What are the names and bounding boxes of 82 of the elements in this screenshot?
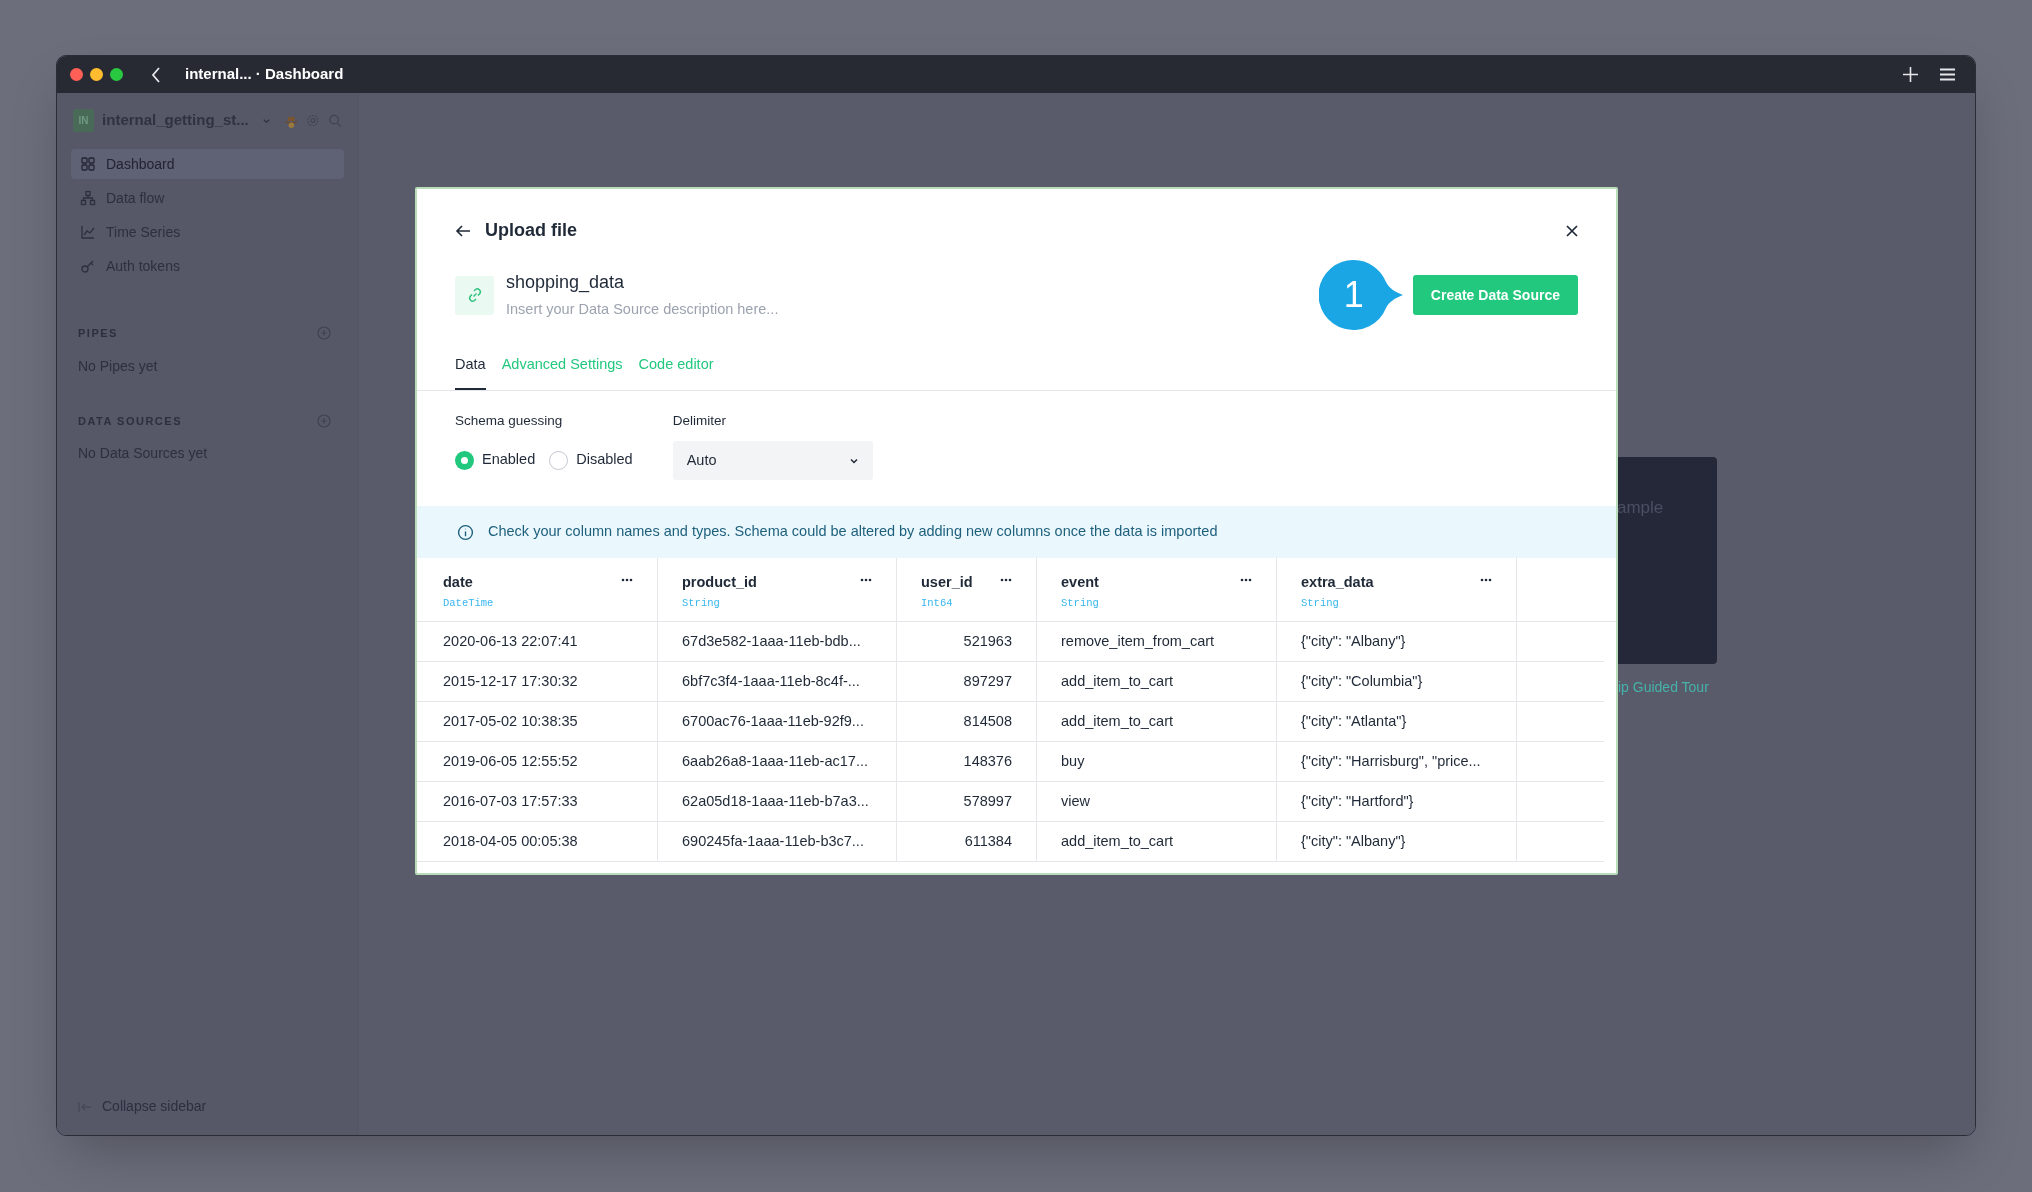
- radio-label[interactable]: Enabled: [482, 449, 536, 471]
- table-cell-text: {"city": "Hartford"}: [1301, 791, 1414, 811]
- table-cell-text: 2019-06-05 12:55:52: [443, 751, 578, 771]
- sidebar-item[interactable]: Dashboard: [71, 149, 344, 179]
- column-header[interactable]: extra_data String: [1276, 558, 1516, 621]
- table-cell-text: {"city": "Atlanta"}: [1301, 711, 1407, 731]
- table-cell-text: 6bf7c3f4-1aaa-11eb-8c4f-...: [682, 671, 860, 691]
- data-source-name: shopping_data: [506, 271, 626, 295]
- create-data-source-button[interactable]: Create Data Source: [1412, 275, 1578, 315]
- column-type: Int64: [921, 595, 954, 611]
- table-cell-text: 67d3e582-1aaa-11eb-bdb...: [682, 631, 861, 651]
- table-cell-text: view: [1061, 791, 1090, 811]
- key-icon: [80, 258, 96, 274]
- column-type: String: [1061, 595, 1099, 611]
- plus-icon[interactable]: [1903, 67, 1918, 82]
- tab[interactable]: Advanced Settings: [501, 354, 623, 390]
- table-cell-text: 611384: [964, 831, 1012, 851]
- column-header[interactable]: event String: [1036, 558, 1276, 621]
- table-cell-text: 6700ac76-1aaa-11eb-92f9...: [682, 711, 864, 731]
- radio-label[interactable]: Disabled: [576, 449, 633, 471]
- back-arrow-icon[interactable]: [455, 223, 471, 238]
- table-cell-text: 2018-04-05 00:05:38: [443, 831, 578, 851]
- more-icon[interactable]: [860, 578, 872, 582]
- back-icon[interactable]: [151, 66, 161, 83]
- table-cell-text: 2020-06-13 22:07:41: [443, 631, 578, 651]
- description-field[interactable]: Insert your Data Source description here...: [506, 299, 846, 321]
- column-name: date: [443, 573, 474, 592]
- table-cell-text: 521963: [963, 631, 1012, 651]
- menu-icon[interactable]: [1940, 68, 1955, 81]
- column-name: event: [1061, 573, 1099, 592]
- close-icon[interactable]: [1566, 224, 1578, 237]
- link-icon: [455, 275, 494, 315]
- guided-tour-link[interactable]: ip Guided Tour: [1618, 677, 1709, 698]
- table-cell-text: 897297: [963, 671, 1012, 691]
- table-cell-text: add_item_to_cart: [1061, 671, 1174, 691]
- more-icon[interactable]: [1480, 578, 1492, 582]
- column-name: product_id: [682, 573, 757, 592]
- table-cell-text: 6aab26a8-1aaa-11eb-ac17...: [682, 751, 868, 771]
- more-icon[interactable]: [1000, 578, 1012, 582]
- info-icon: [457, 523, 474, 541]
- table-cell-text: remove_item_from_cart: [1061, 631, 1215, 651]
- table-cell-text: 814508: [963, 711, 1012, 731]
- column-type: String: [1301, 595, 1340, 611]
- field-label: Delimiter: [672, 411, 727, 430]
- table-cell-text: 2015-12-17 17:30:32: [443, 671, 578, 691]
- window-title: internal... · Dashboard: [185, 64, 344, 85]
- table-cell-text: {"city": "Columbia"}: [1301, 671, 1423, 691]
- column-header[interactable]: date DateTime: [417, 558, 657, 621]
- more-icon[interactable]: [1240, 578, 1252, 582]
- hierarchy-icon: [80, 190, 96, 206]
- table-cell-text: add_item_to_cart: [1061, 831, 1174, 851]
- column-name: user_id: [921, 573, 973, 592]
- maximize-window-button[interactable]: [110, 68, 123, 81]
- column-name: extra_data: [1301, 573, 1374, 592]
- table-cell-text: add_item_to_cart: [1061, 711, 1174, 731]
- table-cell-text: 578997: [963, 791, 1012, 811]
- info-message: Check your column names and types. Schema could be altered by adding new columns once the data is imported: [488, 522, 1218, 542]
- column-type: String: [682, 595, 721, 611]
- table-cell-text: 2017-05-02 10:38:35: [443, 711, 578, 731]
- column-header[interactable]: user_id Int64: [896, 558, 1036, 621]
- table-cell-text: buy: [1061, 751, 1085, 771]
- table-cell-text: {"city": "Albany"}: [1301, 831, 1406, 851]
- line-chart-icon: [80, 224, 96, 240]
- radio-button[interactable]: [455, 450, 474, 470]
- table-cell-text: {"city": "Harrisburg", "price...: [1301, 751, 1481, 771]
- minimize-window-button[interactable]: [90, 68, 103, 81]
- table-cell-text: 148376: [963, 751, 1012, 771]
- tab[interactable]: Code editor: [638, 354, 714, 390]
- field-label: Schema guessing: [455, 411, 564, 430]
- table-cell-text: {"city": "Albany"}: [1301, 631, 1406, 651]
- grid-icon: [80, 156, 96, 172]
- table-cell-text: 690245fa-1aaa-11eb-b3c7...: [682, 831, 864, 851]
- delimiter-select[interactable]: Auto: [672, 441, 873, 480]
- more-icon[interactable]: [621, 578, 633, 582]
- radio-button[interactable]: [549, 450, 569, 470]
- column-type: DateTime: [443, 595, 494, 611]
- tab[interactable]: Data: [455, 354, 486, 390]
- dialog-title: Upload file: [485, 219, 577, 242]
- close-window-button[interactable]: [70, 68, 83, 81]
- column-header[interactable]: product_id String: [657, 558, 896, 621]
- table-cell-text: 2016-07-03 17:57:33: [443, 791, 578, 811]
- table-cell-text: 62a05d18-1aaa-11eb-b7a3...: [682, 791, 869, 811]
